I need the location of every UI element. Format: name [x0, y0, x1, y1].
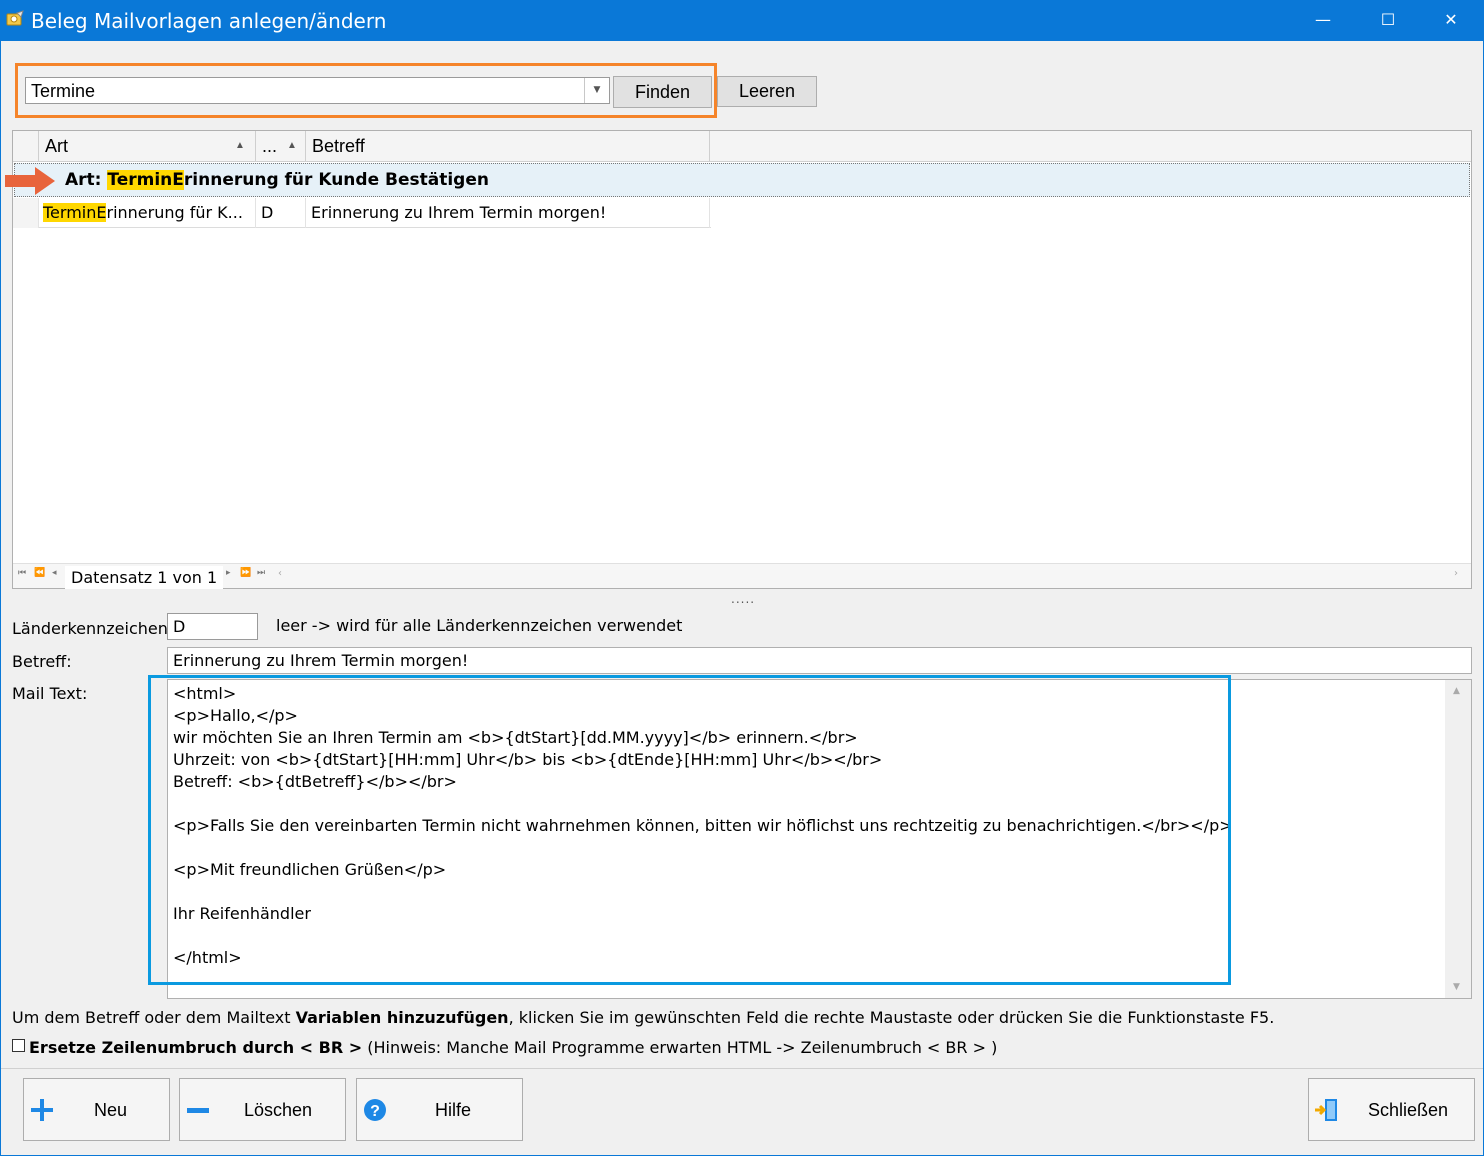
first-record-icon[interactable]: ⏮: [18, 568, 26, 578]
title-bar: Beleg Mailvorlagen anlegen/ändern — ☐ ✕: [0, 0, 1484, 41]
previous-record-icon[interactable]: ◂: [52, 568, 57, 578]
template-grid[interactable]: Art ▲ ... ▲ Betreff Art: TerminErinnerun…: [5, 130, 1472, 589]
row-indicator: [13, 198, 39, 228]
maximize-button[interactable]: ☐: [1355, 0, 1421, 41]
group-row[interactable]: Art: TerminErinnerung für Kunde Bestätig…: [5, 163, 1470, 197]
column-header-land-label: ...: [262, 136, 278, 156]
record-navigator: ⏮ ⏪ ◂ Datensatz 1 von 1 ▸ ⏩ ⏭ ‹ ›: [13, 563, 1471, 589]
next-record-icon[interactable]: ▸: [226, 568, 231, 578]
variables-info-part2: , klicken Sie im gewünschten Feld die re…: [508, 1008, 1275, 1027]
mail-text-label: Mail Text:: [12, 684, 88, 703]
sort-ascending-icon: ▲: [287, 140, 297, 151]
column-header-betreff[interactable]: Betreff: [306, 131, 710, 161]
next-page-icon[interactable]: ⏩: [240, 568, 251, 578]
subject-label: Betreff:: [12, 652, 72, 671]
close-window-button[interactable]: ✕: [1418, 0, 1484, 41]
scroll-up-icon[interactable]: ▲: [1453, 686, 1460, 696]
variables-info-bold: Variablen hinzuzufügen: [295, 1008, 509, 1027]
cell-art-rest: rinnerung für K...: [106, 203, 243, 222]
minus-icon: [187, 1108, 209, 1113]
splitter-handle[interactable]: .....: [731, 592, 755, 606]
country-code-label: Länderkennzeichen: [12, 619, 168, 638]
row-indicator-header: [13, 131, 39, 161]
previous-page-icon[interactable]: ⏪: [34, 568, 45, 578]
exit-door-icon: [1315, 1099, 1337, 1121]
replace-linebreak-checkbox[interactable]: [12, 1039, 25, 1052]
variables-info-text: Um dem Betreff oder dem Mailtext Variabl…: [12, 1008, 1274, 1027]
group-label: Art: TerminErinnerung für Kunde Bestätig…: [65, 170, 489, 190]
subject-input[interactable]: Erinnerung zu Ihrem Termin morgen!: [167, 647, 1472, 674]
scroll-left-icon[interactable]: ‹: [278, 568, 282, 579]
cell-betreff[interactable]: Erinnerung zu Ihrem Termin morgen!: [306, 198, 710, 228]
sort-ascending-icon: ▲: [235, 140, 245, 151]
table-row[interactable]: TerminErinnerung für K... D Erinnerung z…: [13, 198, 711, 228]
search-match-highlight: TerminE: [107, 170, 184, 190]
search-highlight-frame: [15, 63, 717, 118]
clear-button[interactable]: Leeren: [717, 76, 817, 107]
plus-icon: [31, 1099, 53, 1121]
new-button-label: Neu: [94, 1100, 128, 1120]
new-button[interactable]: Neu: [23, 1078, 170, 1141]
country-code-hint: leer -> wird für alle Länderkennzeichen …: [276, 616, 683, 635]
cell-land[interactable]: D: [256, 198, 306, 228]
replace-linebreak-option[interactable]: Ersetze Zeilenumbruch durch < BR > (Hinw…: [12, 1038, 997, 1057]
mail-template-icon: [6, 10, 24, 26]
variables-info-part1: Um dem Betreff oder dem Mailtext: [12, 1008, 296, 1027]
replace-linebreak-hint: (Hinweis: Manche Mail Programme erwarten…: [362, 1038, 998, 1057]
search-match-highlight: TerminE: [43, 203, 107, 222]
column-header-betreff-label: Betreff: [312, 136, 365, 156]
divider: [1, 1068, 1483, 1069]
help-button-label: Hilfe: [435, 1100, 472, 1120]
scroll-right-icon[interactable]: ›: [1454, 568, 1458, 579]
delete-button[interactable]: Löschen: [179, 1078, 346, 1141]
help-button[interactable]: ? Hilfe: [356, 1078, 523, 1141]
delete-button-label: Löschen: [244, 1100, 313, 1120]
minimize-button[interactable]: —: [1290, 0, 1356, 41]
last-record-icon[interactable]: ⏭: [257, 568, 265, 578]
close-button[interactable]: Schließen: [1308, 1078, 1475, 1141]
country-code-input[interactable]: D: [167, 613, 258, 640]
column-header-land[interactable]: ... ▲: [256, 131, 306, 161]
help-icon: ?: [364, 1099, 386, 1121]
arrow-right-icon: [5, 167, 55, 195]
mail-text-scrollbar[interactable]: ▲ ▼: [1445, 680, 1471, 998]
close-button-label: Schließen: [1368, 1100, 1449, 1120]
record-counter: Datensatz 1 von 1: [65, 566, 224, 589]
grid-header: Art ▲ ... ▲ Betreff: [13, 131, 1471, 162]
mail-highlight-frame: [148, 675, 1231, 985]
group-label-rest: rinnerung für Kunde Bestätigen: [183, 170, 489, 190]
replace-linebreak-label[interactable]: Ersetze Zeilenumbruch durch < BR >: [29, 1038, 362, 1057]
column-header-art[interactable]: Art ▲: [39, 131, 256, 161]
cell-art[interactable]: TerminErinnerung für K...: [39, 198, 256, 228]
column-header-art-label: Art: [45, 136, 69, 156]
svg-text:?: ?: [370, 1103, 380, 1120]
scroll-down-icon[interactable]: ▼: [1453, 982, 1460, 992]
group-label-prefix: Art:: [65, 170, 108, 190]
window-title: Beleg Mailvorlagen anlegen/ändern: [31, 9, 387, 33]
